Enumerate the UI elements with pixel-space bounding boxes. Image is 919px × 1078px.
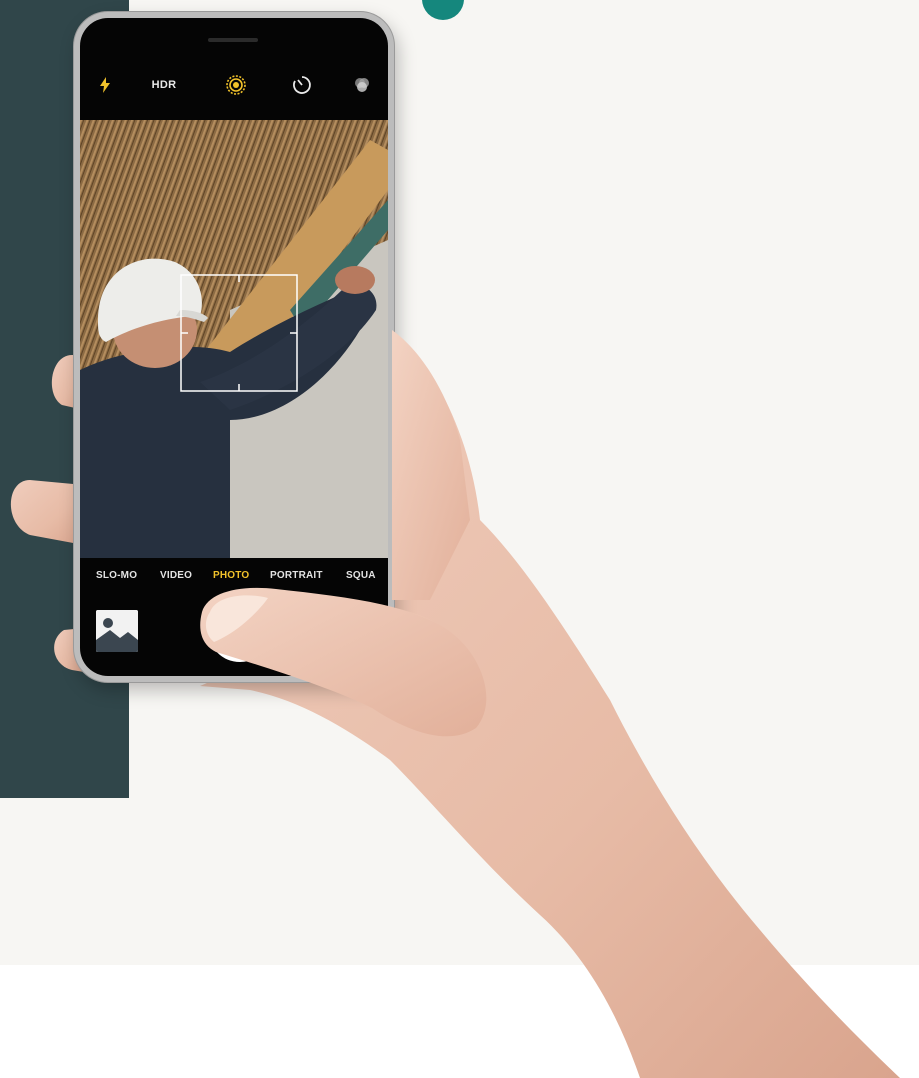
timer-icon[interactable] [290,73,314,97]
speaker-grille [208,38,258,42]
camera-screen: HDR SLO-MO VIDEO PHOTO PORTRAIT SQUA [80,18,388,676]
mode-slo-mo[interactable]: SLO-MO [96,570,137,581]
mode-photo[interactable]: PHOTO [213,570,249,581]
smartphone: HDR SLO-MO VIDEO PHOTO PORTRAIT SQUA [74,12,394,682]
shutter-button[interactable] [208,598,272,662]
lightning-icon[interactable] [96,73,114,97]
filters-icon[interactable] [350,73,374,97]
gallery-thumbnail-icon[interactable] [96,610,138,652]
hdr-toggle[interactable]: HDR [144,73,184,97]
mode-video[interactable]: VIDEO [160,570,192,581]
mode-portrait[interactable]: PORTRAIT [270,570,323,581]
focus-box-icon [180,274,298,392]
camera-mode-selector: SLO-MO VIDEO PHOTO PORTRAIT SQUA [80,570,388,586]
live-photo-icon[interactable] [224,73,248,97]
camera-top-controls: HDR [80,73,388,97]
mode-square[interactable]: SQUA [346,570,376,581]
